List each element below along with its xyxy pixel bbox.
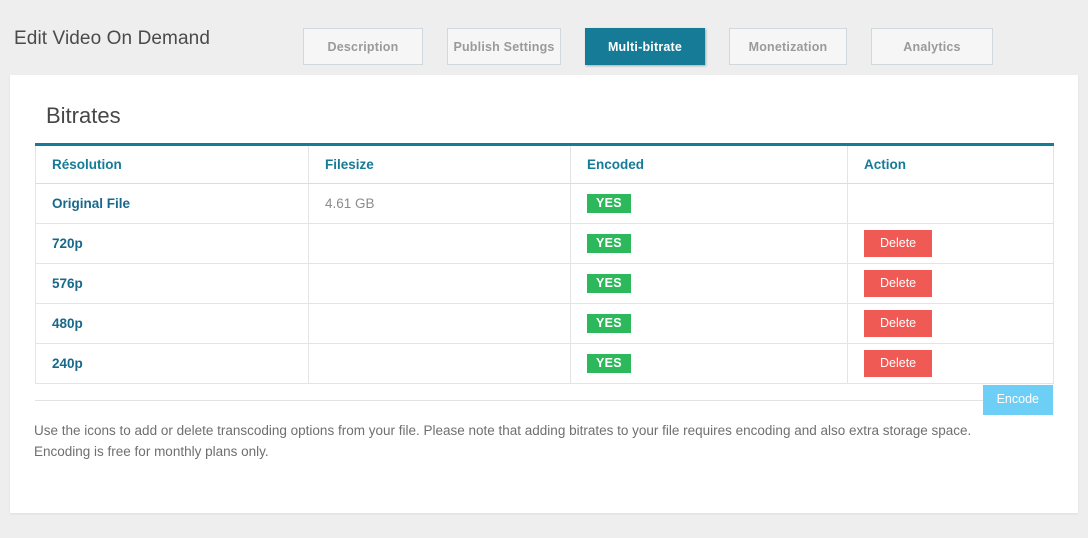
tab-bar: Description Publish Settings Multi-bitra…: [303, 28, 993, 65]
filesize-label: 4.61 GB: [325, 196, 375, 211]
cell-encoded: YES: [570, 263, 848, 304]
delete-button[interactable]: Delete: [864, 269, 933, 298]
bitrates-table: Résolution Filesize Encoded Action Origi…: [35, 143, 1054, 384]
cell-action: Delete: [847, 343, 1054, 384]
tab-label: Monetization: [748, 39, 828, 54]
encode-row: Encode: [35, 385, 1053, 417]
resolution-label: Original File: [52, 196, 131, 211]
cell-encoded: YES: [570, 183, 848, 224]
tab-label: Description: [327, 39, 399, 54]
bitrates-card: Bitrates Résolution Filesize Encoded Act…: [10, 75, 1078, 513]
delete-button[interactable]: Delete: [864, 229, 933, 258]
tab-publish-settings[interactable]: Publish Settings: [447, 28, 561, 65]
cell-action: Delete: [847, 223, 1054, 264]
tab-label: Publish Settings: [453, 39, 555, 54]
cell-filesize: [308, 263, 571, 304]
cell-filesize: [308, 303, 571, 344]
column-header-encoded: Encoded: [570, 144, 848, 184]
encode-button[interactable]: Encode: [982, 385, 1053, 415]
top-bar: Edit Video On Demand Description Publish…: [0, 0, 1088, 75]
tab-label: Analytics: [903, 39, 961, 54]
delete-button[interactable]: Delete: [864, 349, 933, 378]
cell-resolution: 720p: [35, 223, 309, 264]
column-header-resolution: Résolution: [35, 144, 309, 184]
cell-filesize: [308, 223, 571, 264]
status-badge: YES: [587, 353, 631, 374]
cell-resolution: 576p: [35, 263, 309, 304]
divider: [35, 400, 1053, 401]
cell-resolution: 480p: [35, 303, 309, 344]
resolution-label: 720p: [52, 236, 83, 251]
tab-multi-bitrate[interactable]: Multi-bitrate: [585, 28, 705, 65]
page-title: Edit Video On Demand: [14, 28, 210, 49]
status-badge: YES: [587, 233, 631, 254]
card-title: Bitrates: [46, 103, 121, 128]
cell-encoded: YES: [570, 303, 848, 344]
tab-monetization[interactable]: Monetization: [729, 28, 847, 65]
resolution-label: 480p: [52, 316, 83, 331]
column-header-filesize: Filesize: [308, 144, 571, 184]
cell-resolution: Original File: [35, 183, 309, 224]
cell-action: Delete: [847, 263, 1054, 304]
status-badge: YES: [587, 273, 631, 294]
cell-filesize: 4.61 GB: [308, 183, 571, 224]
tab-label: Multi-bitrate: [607, 39, 683, 54]
status-badge: YES: [587, 313, 631, 334]
footer-note: Use the icons to add or delete transcodi…: [34, 423, 972, 459]
delete-button[interactable]: Delete: [864, 309, 933, 338]
cell-action: [847, 183, 1054, 224]
table-row: Original File 4.61 GB YES: [35, 183, 1054, 224]
cell-action: Delete: [847, 303, 1054, 344]
cell-encoded: YES: [570, 343, 848, 384]
table-row: 480p YES Delete: [35, 303, 1054, 344]
table-row: 720p YES Delete: [35, 223, 1054, 264]
resolution-label: 576p: [52, 276, 83, 291]
table-row: 576p YES Delete: [35, 263, 1054, 304]
column-header-action: Action: [847, 144, 1054, 184]
cell-filesize: [308, 343, 571, 384]
table-header-row: Résolution Filesize Encoded Action: [35, 144, 1054, 184]
cell-encoded: YES: [570, 223, 848, 264]
table-row: 240p YES Delete: [35, 343, 1054, 384]
tab-description[interactable]: Description: [303, 28, 423, 65]
tab-analytics[interactable]: Analytics: [871, 28, 993, 65]
resolution-label: 240p: [52, 356, 83, 371]
cell-resolution: 240p: [35, 343, 309, 384]
status-badge: YES: [587, 193, 631, 214]
